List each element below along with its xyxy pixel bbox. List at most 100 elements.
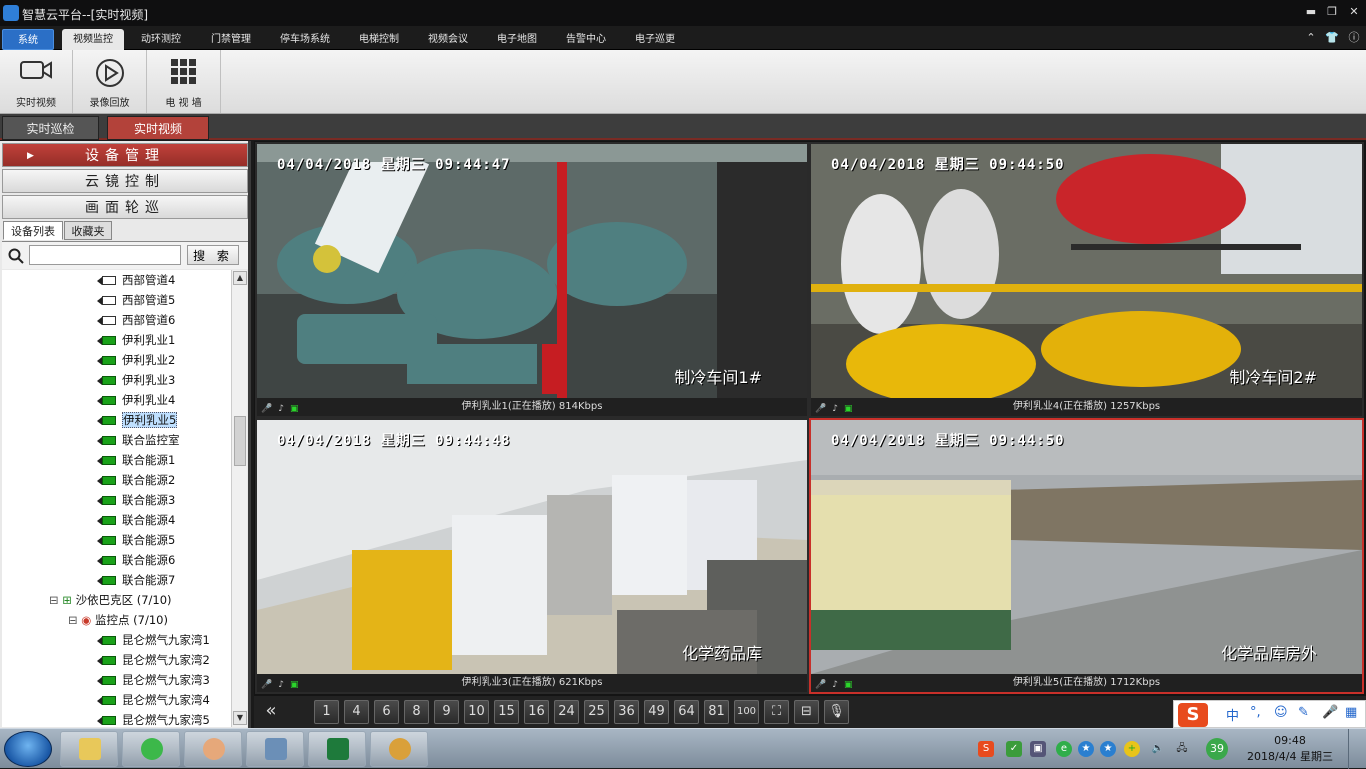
layout-button-1[interactable]: 1: [314, 700, 339, 724]
microphone-broadcast-icon[interactable]: 🎙: [824, 700, 849, 724]
layout-button-9[interactable]: 9: [434, 700, 459, 724]
tree-item[interactable]: 伊利乳业1: [97, 330, 175, 350]
tree-item[interactable]: 联合能源4: [97, 510, 175, 530]
menu-alarm-center[interactable]: 告警中心: [555, 29, 617, 50]
punctuation-icon[interactable]: °,: [1250, 705, 1261, 720]
layout-button-100[interactable]: 100: [734, 700, 759, 724]
scroll-up-icon[interactable]: ▲: [233, 271, 247, 285]
snapshot-icon[interactable]: ▣: [844, 404, 853, 414]
tab-realtime-video[interactable]: 实时视频: [107, 116, 209, 140]
tree-item[interactable]: 昆仑燃气九家湾5: [97, 710, 210, 727]
layout-button-25[interactable]: 25: [584, 700, 609, 724]
excel-taskbar-icon[interactable]: [308, 731, 366, 767]
ime-chinese-mode[interactable]: 中: [1226, 705, 1239, 724]
voice-icon[interactable]: 🎤: [1322, 705, 1338, 720]
screen-rotation-header[interactable]: 画面轮巡: [2, 195, 248, 219]
tree-item[interactable]: 联合能源2: [97, 470, 175, 490]
emoji-icon[interactable]: ☺: [1274, 705, 1288, 720]
photo-taskbar-icon[interactable]: [184, 731, 242, 767]
microphone-icon[interactable]: 🎤: [261, 404, 272, 414]
speaker-icon[interactable]: ♪: [832, 404, 838, 414]
ptz-control-header[interactable]: 云镜控制: [2, 169, 248, 193]
collapse-left-icon[interactable]: «: [260, 700, 282, 724]
tree-item[interactable]: 伊利乳业4: [97, 390, 175, 410]
collapse-icon[interactable]: ⊟: [68, 613, 81, 627]
layout-button-64[interactable]: 64: [674, 700, 699, 724]
plus-app-icon[interactable]: +: [1124, 741, 1140, 757]
tree-item[interactable]: 昆仑燃气九家湾3: [97, 670, 210, 690]
layout-button-24[interactable]: 24: [554, 700, 579, 724]
tv-wall-button[interactable]: 电 视 墙: [147, 50, 221, 113]
info-icon[interactable]: ⓘ: [1347, 31, 1361, 45]
search-button[interactable]: 搜 索: [187, 245, 239, 265]
collapse-icon[interactable]: ⊟: [49, 593, 62, 607]
microphone-icon[interactable]: 🎤: [815, 680, 826, 690]
star-app-2-icon[interactable]: ★: [1100, 741, 1116, 757]
tab-favorites[interactable]: 收藏夹: [64, 221, 112, 240]
menu-elevator[interactable]: 电梯控制: [348, 29, 410, 50]
tree-item[interactable]: ⊟ ⊞ 沙依巴克区 (7/10): [49, 590, 172, 610]
tree-item[interactable]: 伊利乳业5: [97, 410, 178, 430]
layout-button-81[interactable]: 81: [704, 700, 729, 724]
live-video-button[interactable]: 实时视频: [0, 50, 73, 113]
handwrite-icon[interactable]: ✎: [1298, 705, 1309, 720]
shield-icon[interactable]: ✓: [1006, 741, 1022, 757]
microphone-icon[interactable]: 🎤: [261, 680, 272, 690]
video-pane-4[interactable]: 04/04/2018 星期三 09:44:50 化学品库房外 🎤 ♪ ▣ 伊利乳业5…: [809, 418, 1364, 694]
layout-button-36[interactable]: 36: [614, 700, 639, 724]
tab-realtime-patrol[interactable]: 实时巡检: [2, 116, 99, 140]
browser-taskbar-icon[interactable]: [122, 731, 180, 767]
sogou-logo-icon[interactable]: S: [1178, 703, 1208, 727]
tree-scrollbar[interactable]: ▲ ▼: [231, 270, 247, 727]
layout-button-8[interactable]: 8: [404, 700, 429, 724]
tree-item[interactable]: 西部管道5: [97, 290, 175, 310]
notification-badge[interactable]: 39: [1206, 738, 1228, 760]
speaker-icon[interactable]: ♪: [278, 404, 284, 414]
menu-access-control[interactable]: 门禁管理: [200, 29, 262, 50]
show-desktop-button[interactable]: [1348, 729, 1366, 769]
tree-item[interactable]: 联合能源1: [97, 450, 175, 470]
explorer-taskbar-icon[interactable]: [60, 731, 118, 767]
microphone-icon[interactable]: 🎤: [815, 404, 826, 414]
video-pane-2[interactable]: 04/04/2018 星期三 09:44:50 制冷车间2# 🎤 ♪ ▣ 伊利乳业4…: [809, 142, 1364, 418]
layout-button-49[interactable]: 49: [644, 700, 669, 724]
snapshot-icon[interactable]: ▣: [290, 680, 299, 690]
star-app-icon[interactable]: ★: [1078, 741, 1094, 757]
shirt-icon[interactable]: 👕: [1325, 31, 1339, 45]
scroll-thumb[interactable]: [234, 416, 246, 466]
scroll-down-icon[interactable]: ▼: [233, 711, 247, 725]
network-app-icon[interactable]: ▣: [1030, 741, 1046, 757]
tree-item[interactable]: ⊟ ◉ 监控点 (7/10): [68, 610, 168, 630]
tree-item[interactable]: 西部管道4: [97, 270, 175, 290]
tree-item[interactable]: 昆仑燃气九家湾2: [97, 650, 210, 670]
menu-e-patrol[interactable]: 电子巡更: [624, 29, 686, 50]
tree-item[interactable]: 西部管道6: [97, 310, 175, 330]
camera-app-taskbar-icon[interactable]: [246, 731, 304, 767]
layout-button-6[interactable]: 6: [374, 700, 399, 724]
layout-button-15[interactable]: 15: [494, 700, 519, 724]
tree-item[interactable]: 昆仑燃气九家湾1: [97, 630, 210, 650]
layout-button-10[interactable]: 10: [464, 700, 489, 724]
sogou-tray-icon[interactable]: S: [978, 741, 994, 757]
layout-button-4[interactable]: 4: [344, 700, 369, 724]
tree-item[interactable]: 联合能源3: [97, 490, 175, 510]
search-input[interactable]: [29, 245, 181, 265]
snapshot-icon[interactable]: ▣: [844, 680, 853, 690]
speaker-icon[interactable]: ♪: [832, 680, 838, 690]
tab-device-list[interactable]: 设备列表: [3, 221, 63, 240]
menu-video-conference[interactable]: 视频会议: [417, 29, 479, 50]
device-management-header[interactable]: ▶ 设备管理: [2, 143, 248, 167]
tree-item[interactable]: 联合能源5: [97, 530, 175, 550]
speaker-icon[interactable]: ♪: [278, 680, 284, 690]
video-pane-1[interactable]: 04/04/2018 星期三 09:44:47 制冷车间1# 🎤 ♪ ▣ 伊利乳业1…: [255, 142, 809, 418]
video-pane-3[interactable]: 04/04/2018 星期三 09:44:48 化学药品库 🎤 ♪ ▣ 伊利乳业3(…: [255, 418, 809, 694]
start-button[interactable]: [4, 731, 52, 767]
menu-env-control[interactable]: 动环测控: [130, 29, 192, 50]
playback-button[interactable]: 录像回放: [73, 50, 147, 113]
tree-item[interactable]: 昆仑燃气九家湾4: [97, 690, 210, 710]
tree-item[interactable]: 联合监控室: [97, 430, 180, 450]
restore-icon[interactable]: ❐: [1325, 5, 1339, 19]
arrow-up-icon[interactable]: ⌃: [1304, 31, 1318, 45]
fullscreen-icon[interactable]: ⛶: [764, 700, 789, 724]
toolbox-icon[interactable]: ▦: [1345, 705, 1357, 720]
